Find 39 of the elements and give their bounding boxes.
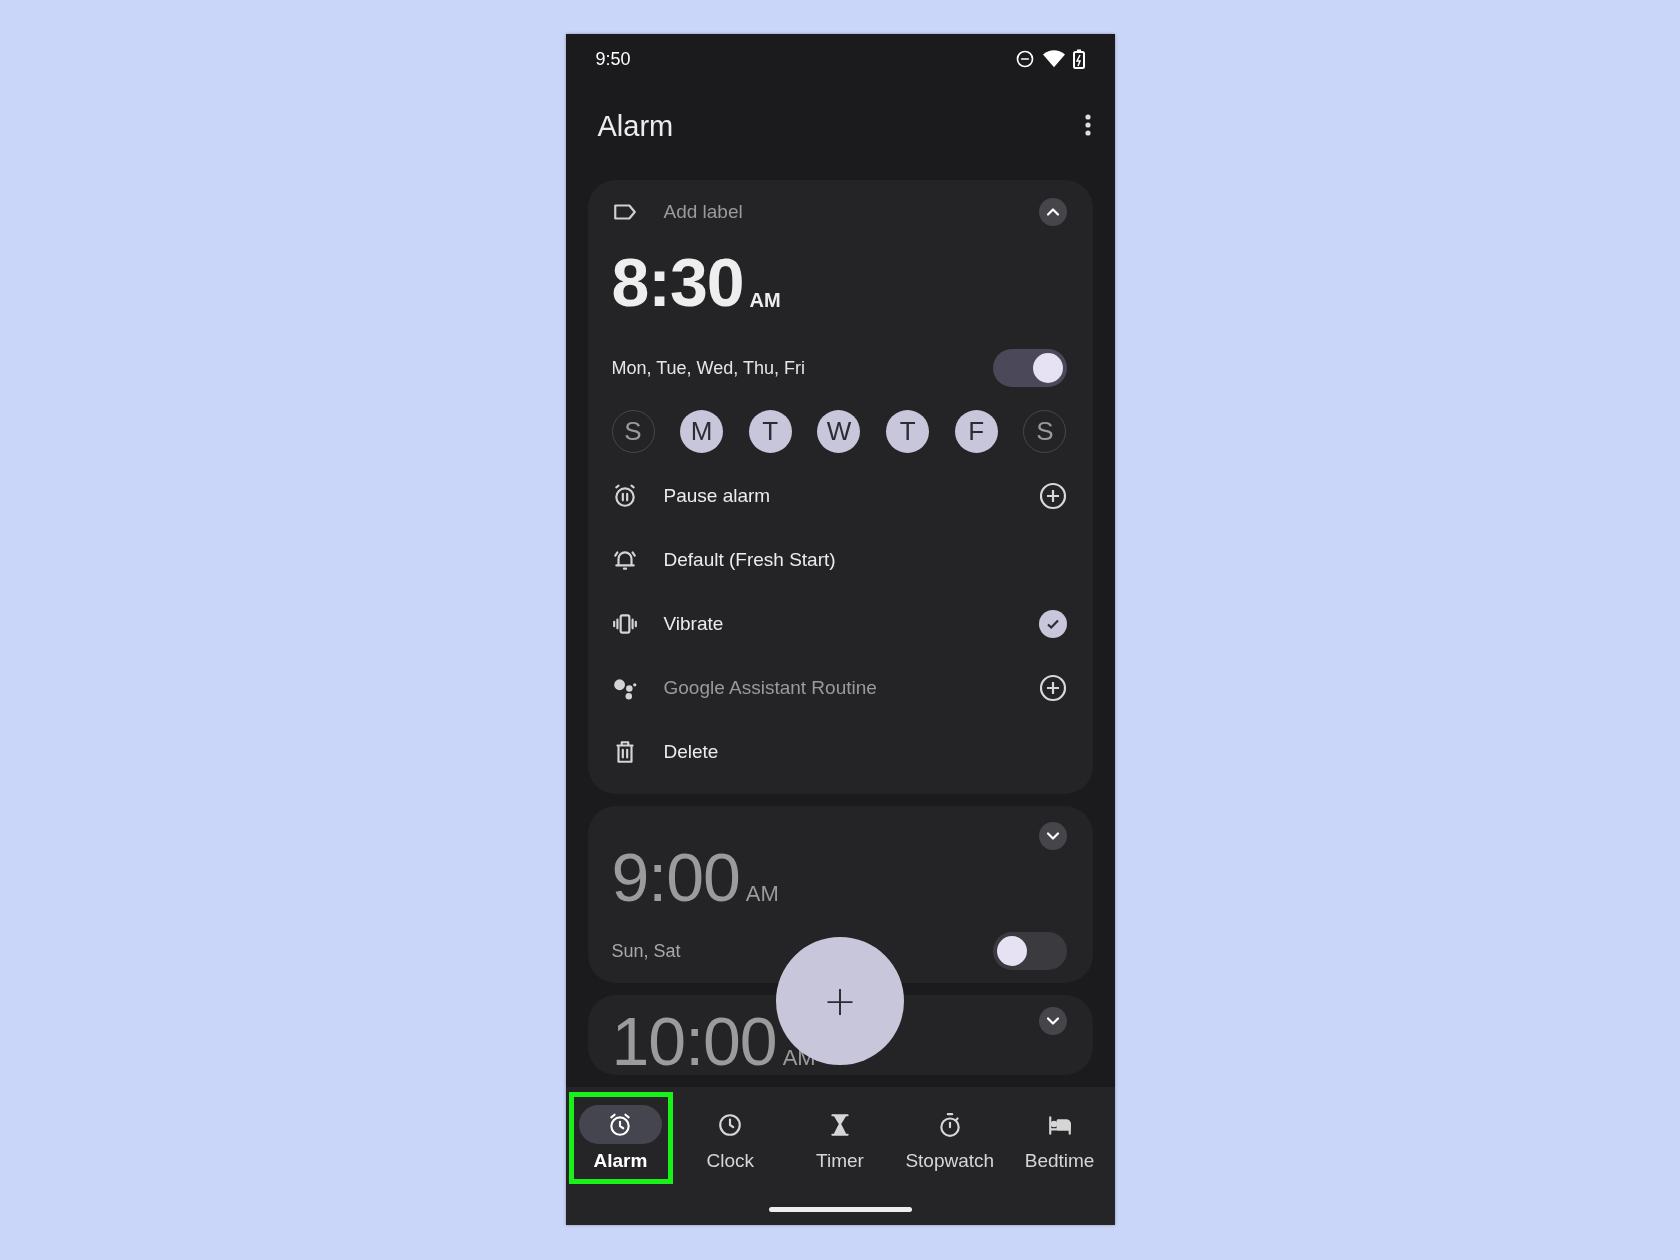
alarm-time[interactable]: 9:00 [611, 843, 740, 911]
option-label[interactable]: Vibrate [663, 613, 1039, 635]
weekday-button[interactable]: T [886, 410, 930, 453]
weekday-button[interactable]: T [748, 410, 792, 453]
expand-button[interactable] [1038, 822, 1067, 850]
nav-tab[interactable]: Bedtime [1004, 1087, 1115, 1197]
option-label[interactable]: Pause alarm [663, 485, 1039, 507]
weekday-button[interactable]: F [954, 410, 998, 453]
wifi-icon [1042, 49, 1065, 69]
alarm-days-summary: Mon, Tue, Wed, Thu, Fri [611, 357, 805, 379]
add-label-field[interactable]: Add label [663, 201, 1039, 223]
option-label[interactable]: Default (Fresh Start) [663, 549, 1067, 571]
alarm-time[interactable]: 10:00 [611, 1007, 777, 1075]
weekday-button[interactable]: M [680, 410, 724, 453]
page-title: Alarm [597, 109, 674, 143]
add-icon[interactable] [1038, 482, 1067, 510]
option-label[interactable]: Delete [663, 741, 1067, 763]
alarm-period: AM [749, 289, 781, 312]
add-icon[interactable] [1038, 674, 1067, 702]
alarm-time[interactable]: 8:30 [611, 248, 744, 316]
alarm-toggle[interactable] [992, 932, 1067, 970]
nav-tab[interactable]: Alarm [565, 1087, 676, 1197]
more-vert-icon [1084, 113, 1091, 136]
clock-icon [717, 1111, 744, 1138]
nav-tab[interactable]: Timer [785, 1087, 895, 1197]
expand-button[interactable] [1038, 1007, 1067, 1035]
nav-tab[interactable]: Clock [675, 1087, 786, 1197]
weekday-button[interactable]: W [817, 410, 861, 453]
alarm-toggle[interactable] [992, 349, 1067, 387]
alarm-period: AM [745, 881, 779, 907]
vibrate-checkbox[interactable] [1038, 610, 1067, 638]
vibrate-icon [611, 611, 638, 637]
collapse-button[interactable] [1038, 198, 1067, 226]
alarm-days-summary: Sun, Sat [611, 940, 681, 962]
battery-icon [1072, 49, 1085, 69]
status-time: 9:50 [595, 48, 631, 70]
option-label[interactable]: Google Assistant Routine [663, 677, 1039, 699]
do-not-disturb-icon [1014, 49, 1035, 69]
nav-tab[interactable]: Stopwatch [894, 1087, 1005, 1197]
